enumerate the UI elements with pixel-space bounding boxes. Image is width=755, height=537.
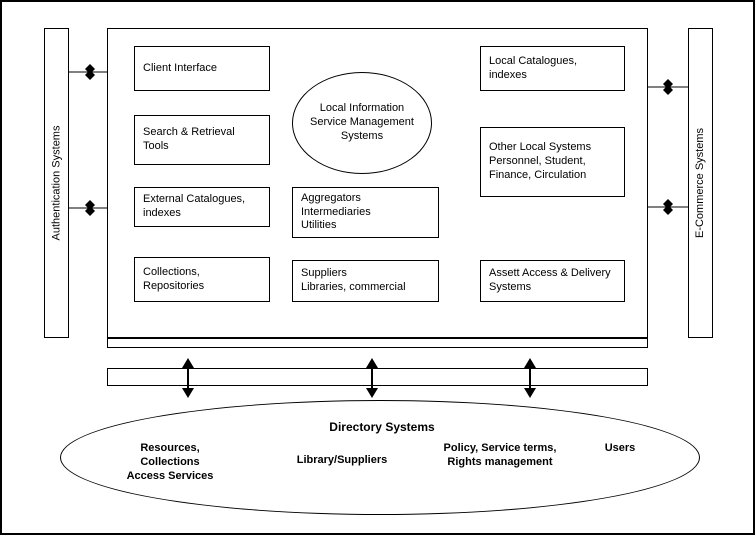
gap-bar [107,368,648,386]
collections-box: Collections, Repositories [134,257,270,302]
local-catalogues-box: Local Catalogues, indexes [480,46,625,91]
search-tools-box: Search & Retrieval Tools [134,115,270,165]
asset-access-box: Assett Access & Delivery Systems [480,260,625,302]
other-local-systems-label: Other Local Systems Personnel, Student, … [489,141,616,182]
ecommerce-systems-label: E-Commerce Systems [695,128,707,238]
client-interface-label: Client Interface [143,62,217,76]
directory-resources-label: Resources, Collections Access Services [110,442,230,483]
directory-library-suppliers-label: Library/Suppliers [282,454,402,468]
double-arrow-icon [658,79,678,95]
local-catalogues-label: Local Catalogues, indexes [489,55,616,83]
double-arrow-icon [658,199,678,215]
center-circle-label: Local Information Service Management Sys… [293,102,431,143]
other-local-systems-box: Other Local Systems Personnel, Student, … [480,127,625,197]
collections-label: Collections, Repositories [143,266,261,294]
client-interface-box: Client Interface [134,46,270,91]
aggregators-box: Aggregators Intermediaries Utilities [292,187,439,238]
directory-systems-title: Directory Systems [292,420,472,434]
aggregators-label: Aggregators Intermediaries Utilities [301,192,371,233]
center-circle: Local Information Service Management Sys… [292,72,432,174]
suppliers-box: Suppliers Libraries, commercial [292,260,439,302]
external-catalogues-box: External Catalogues, indexes [134,187,270,227]
directory-users-label: Users [590,442,650,456]
ecommerce-systems-panel: E-Commerce Systems [688,28,713,338]
search-tools-label: Search & Retrieval Tools [143,126,261,154]
suppliers-label: Suppliers Libraries, commercial [301,267,406,295]
authentication-systems-label: Authentication Systems [51,126,63,241]
double-arrow-icon [80,64,100,80]
external-catalogues-label: External Catalogues, indexes [143,193,261,221]
directory-policy-label: Policy, Service terms, Rights management [430,442,570,470]
double-arrow-icon [80,200,100,216]
diagram-frame: Authentication Systems E-Commerce System… [0,0,755,535]
asset-access-label: Assett Access & Delivery Systems [489,267,616,295]
authentication-systems-panel: Authentication Systems [44,28,69,338]
inner-frame-footer [107,338,648,348]
